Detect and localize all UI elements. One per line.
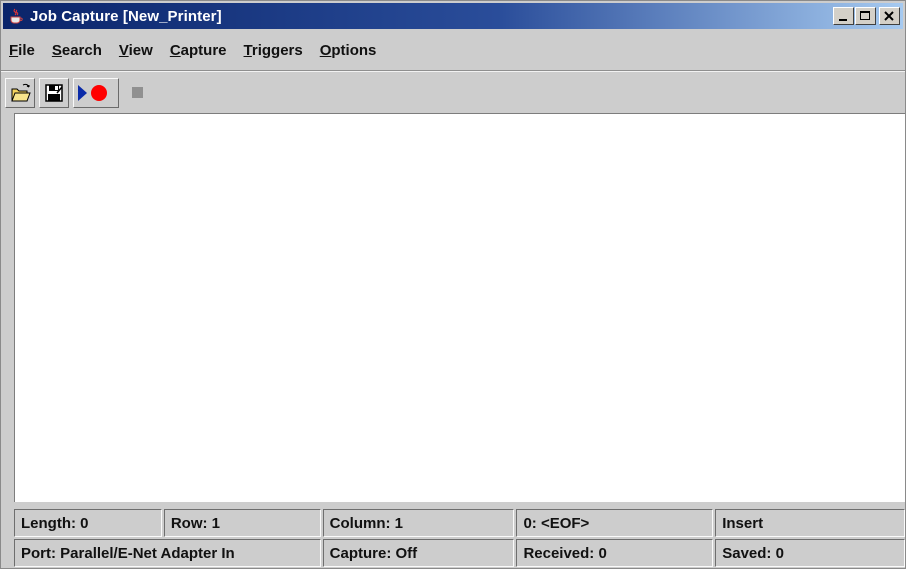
status-port: Port: Parallel/E-Net Adapter In — [14, 539, 321, 567]
menu-capture[interactable]: Capture — [168, 42, 229, 59]
stop-button[interactable] — [123, 78, 153, 108]
title-bar[interactable]: Job Capture [New_Printer] — [3, 3, 903, 29]
job-capture-window: Job Capture [New_Printer] File Search Vi… — [0, 0, 906, 569]
capture-text-area[interactable] — [14, 113, 905, 502]
open-button[interactable] — [5, 78, 35, 108]
maximize-icon — [860, 11, 870, 20]
status-capture: Capture: Off — [322, 539, 515, 567]
stop-icon — [132, 87, 143, 98]
save-button[interactable] — [39, 78, 69, 108]
close-button[interactable] — [879, 7, 900, 25]
status-length: Length: 0 — [14, 509, 162, 537]
menu-triggers[interactable]: Triggers — [242, 42, 305, 59]
minimize-icon — [839, 19, 847, 21]
status-saved: Saved: 0 — [715, 539, 905, 567]
save-disk-icon — [45, 84, 63, 102]
java-cup-icon — [8, 8, 24, 24]
maximize-button[interactable] — [855, 7, 876, 25]
status-bar-top: Length: 0 Row: 1 Column: 1 0: <EOF> Inse… — [14, 509, 905, 537]
status-column: Column: 1 — [322, 509, 515, 537]
record-button[interactable] — [73, 78, 119, 108]
toolbar — [5, 78, 157, 108]
menu-separator — [1, 70, 905, 72]
status-current-char: 0: <EOF> — [516, 509, 714, 537]
status-received: Received: 0 — [516, 539, 714, 567]
status-edit-mode: Insert — [715, 509, 905, 537]
window-controls — [832, 7, 900, 25]
menu-file[interactable]: File — [7, 42, 37, 59]
menu-search[interactable]: Search — [50, 42, 104, 59]
open-folder-icon — [11, 83, 31, 102]
window-title: Job Capture [New_Printer] — [30, 7, 222, 25]
menu-options[interactable]: Options — [318, 42, 379, 59]
menu-bar: File Search View Capture Triggers Option… — [3, 39, 903, 61]
status-row: Row: 1 — [163, 509, 321, 537]
status-bar-bottom: Port: Parallel/E-Net Adapter In Capture:… — [14, 539, 905, 567]
close-icon — [884, 11, 894, 21]
record-icon — [78, 85, 107, 101]
minimize-button[interactable] — [833, 7, 854, 25]
menu-view[interactable]: View — [117, 42, 155, 59]
